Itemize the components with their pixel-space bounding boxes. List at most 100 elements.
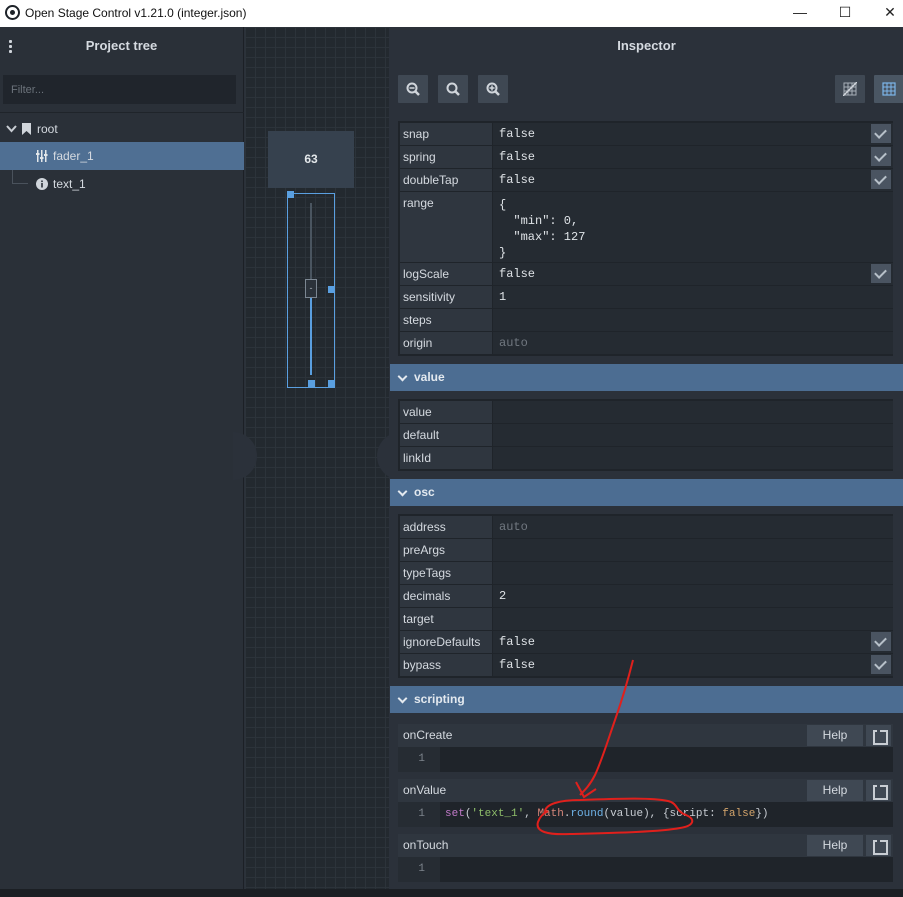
resize-handle[interactable] [328,286,335,293]
checkbox[interactable] [871,264,891,283]
zoom-out-icon [406,82,420,96]
prop-key: sensitivity [400,286,492,308]
maximize-button[interactable]: ☐ [822,0,868,27]
prop-row-bypass: bypass false [398,654,893,677]
prop-value-input[interactable]: false [493,631,893,653]
prop-row-decimals: decimals 2 [398,585,893,608]
editor-canvas[interactable]: 63 - [233,27,401,889]
prop-row-value: value [398,401,893,424]
chevron-down-icon[interactable] [6,125,17,133]
prop-value-input[interactable] [493,447,893,469]
zoom-out-button[interactable] [398,75,428,103]
panel-resize-handle[interactable] [233,432,257,480]
script-header: onValue Help [398,779,893,802]
section-header-scripting[interactable]: scripting [390,686,903,713]
code-token: Math [537,808,564,820]
prop-key: value [400,401,492,423]
resize-handle[interactable] [308,380,315,387]
section-header-value[interactable]: value [390,364,903,391]
prop-key: ignoreDefaults [400,631,492,653]
prop-value-input[interactable]: false [493,146,893,168]
prop-row-logscale: logScale false [398,263,893,286]
code-token: (value), {script: [603,808,723,820]
chevron-down-icon [397,371,408,382]
prop-value-input[interactable] [493,401,893,423]
script-header: onCreate Help [398,724,893,747]
app-logo-icon [5,5,20,20]
chevron-down-icon [397,486,408,497]
prop-key: decimals [400,585,492,607]
resize-handle[interactable] [328,380,335,387]
prop-value-input[interactable] [493,309,893,331]
filter-input[interactable] [3,75,236,104]
prop-key: snap [400,123,492,145]
prop-value-input[interactable] [493,539,893,561]
code-line[interactable]: set('text_1', Math.round(value), {script… [445,802,769,827]
prop-value-input[interactable] [493,562,893,584]
prop-value-input[interactable]: 1 [493,286,893,308]
code-editor[interactable]: 1 [398,747,893,772]
checkbox[interactable] [871,170,891,189]
checkbox[interactable] [871,124,891,143]
line-number: 1 [398,857,440,882]
grid-button[interactable] [874,75,903,103]
prop-key: preArgs [400,539,492,561]
tree-item-text-1[interactable]: text_1 [0,170,244,198]
prop-key: origin [400,332,492,354]
checkbox[interactable] [871,655,891,674]
prop-key: range [400,192,492,262]
expand-icon[interactable] [866,780,891,801]
resize-handle[interactable] [287,191,294,198]
zoom-in-button[interactable] [478,75,508,103]
checkbox[interactable] [871,632,891,651]
prop-value-input[interactable]: { "min": 0, "max": 127 } [493,192,893,262]
properties-group: snap false spring false doubleTap false … [398,121,893,356]
prop-value-input[interactable] [493,424,893,446]
tree-item-fader-1[interactable]: fader_1 [0,142,244,170]
prop-value-input[interactable] [493,608,893,630]
tree-item-label: text_1 [53,177,86,191]
script-name: onTouch [403,838,449,852]
code-token: false [722,808,756,820]
zoom-in-icon [486,82,500,96]
prop-row-default: default [398,424,893,447]
code-editor[interactable]: 1 set('text_1', Math.round(value), {scri… [398,802,893,827]
zoom-reset-button[interactable] [438,75,468,103]
window-title: Open Stage Control v1.21.0 (integer.json… [25,6,247,20]
minimize-button[interactable]: — [777,0,823,27]
status-bar [0,889,903,897]
prop-row-doubletap: doubleTap false [398,169,893,192]
section-header-osc[interactable]: osc [390,479,903,506]
fader-value-display: 63 [268,131,354,188]
prop-key: doubleTap [400,169,492,191]
tree-item-label: fader_1 [53,149,94,163]
prop-key: bypass [400,654,492,676]
prop-value-input[interactable]: 2 [493,585,893,607]
expand-icon[interactable] [866,725,891,746]
help-button[interactable]: Help [807,725,863,746]
prop-value-input[interactable]: false [493,654,893,676]
expand-icon[interactable] [866,835,891,856]
prop-key: address [400,516,492,538]
checkbox[interactable] [871,147,891,166]
bookmark-icon [22,123,31,135]
help-button[interactable]: Help [807,835,863,856]
prop-value-input[interactable]: auto [493,516,893,538]
prop-value-input[interactable]: false [493,169,893,191]
code-token: }) [755,808,769,820]
code-editor[interactable]: 1 [398,857,893,882]
prop-value-input[interactable]: auto [493,332,893,354]
prop-row-typetags: typeTags [398,562,893,585]
line-number: 1 [398,802,440,827]
script-header: onTouch Help [398,834,893,857]
info-icon [36,178,48,190]
no-grid-button[interactable] [835,75,865,103]
prop-row-origin: origin auto [398,332,893,355]
prop-value-input[interactable]: false [493,123,893,145]
prop-value-input[interactable]: false [493,263,893,285]
tree-item-root[interactable]: root [0,115,244,143]
grid-icon [882,82,896,96]
help-button[interactable]: Help [807,780,863,801]
close-button[interactable]: ✕ [867,0,903,27]
chevron-down-icon [397,693,408,704]
